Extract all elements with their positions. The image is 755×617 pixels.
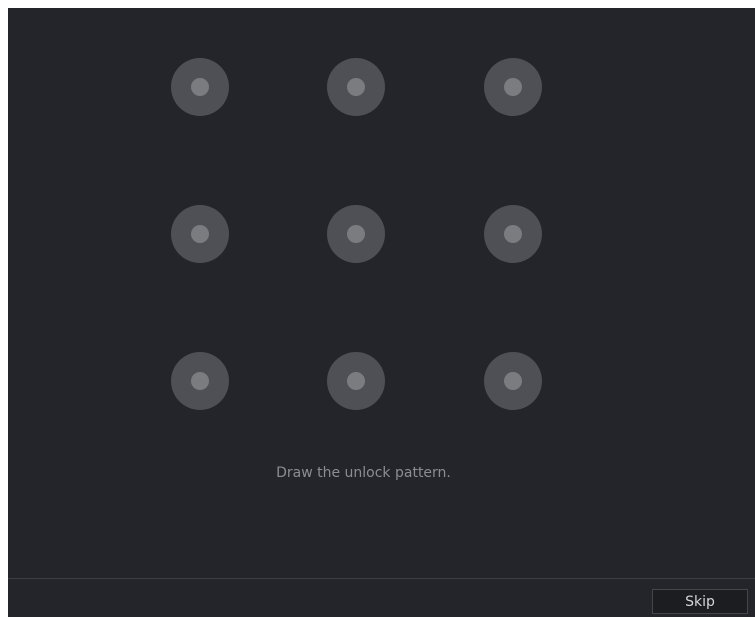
- pattern-node-center-icon: [347, 78, 365, 96]
- pattern-node-5[interactable]: [327, 205, 385, 263]
- pattern-node-8[interactable]: [327, 352, 385, 410]
- footer-divider: [8, 578, 755, 579]
- pattern-node-center-icon: [504, 225, 522, 243]
- pattern-node-center-icon: [504, 372, 522, 390]
- pattern-node-center-icon: [504, 78, 522, 96]
- pattern-node-center-icon: [191, 225, 209, 243]
- pattern-node-center-icon: [191, 372, 209, 390]
- pattern-node-center-icon: [347, 225, 365, 243]
- pattern-node-6[interactable]: [484, 205, 542, 263]
- pattern-node-9[interactable]: [484, 352, 542, 410]
- pattern-node-2[interactable]: [327, 58, 385, 116]
- skip-button[interactable]: Skip: [652, 589, 748, 614]
- pattern-node-center-icon: [191, 78, 209, 96]
- pattern-lock-screen: Draw the unlock pattern. Skip: [8, 8, 755, 617]
- pattern-node-4[interactable]: [171, 205, 229, 263]
- unlock-hint-text: Draw the unlock pattern.: [276, 465, 451, 481]
- pattern-node-center-icon: [347, 372, 365, 390]
- pattern-node-1[interactable]: [171, 58, 229, 116]
- pattern-node-3[interactable]: [484, 58, 542, 116]
- pattern-node-7[interactable]: [171, 352, 229, 410]
